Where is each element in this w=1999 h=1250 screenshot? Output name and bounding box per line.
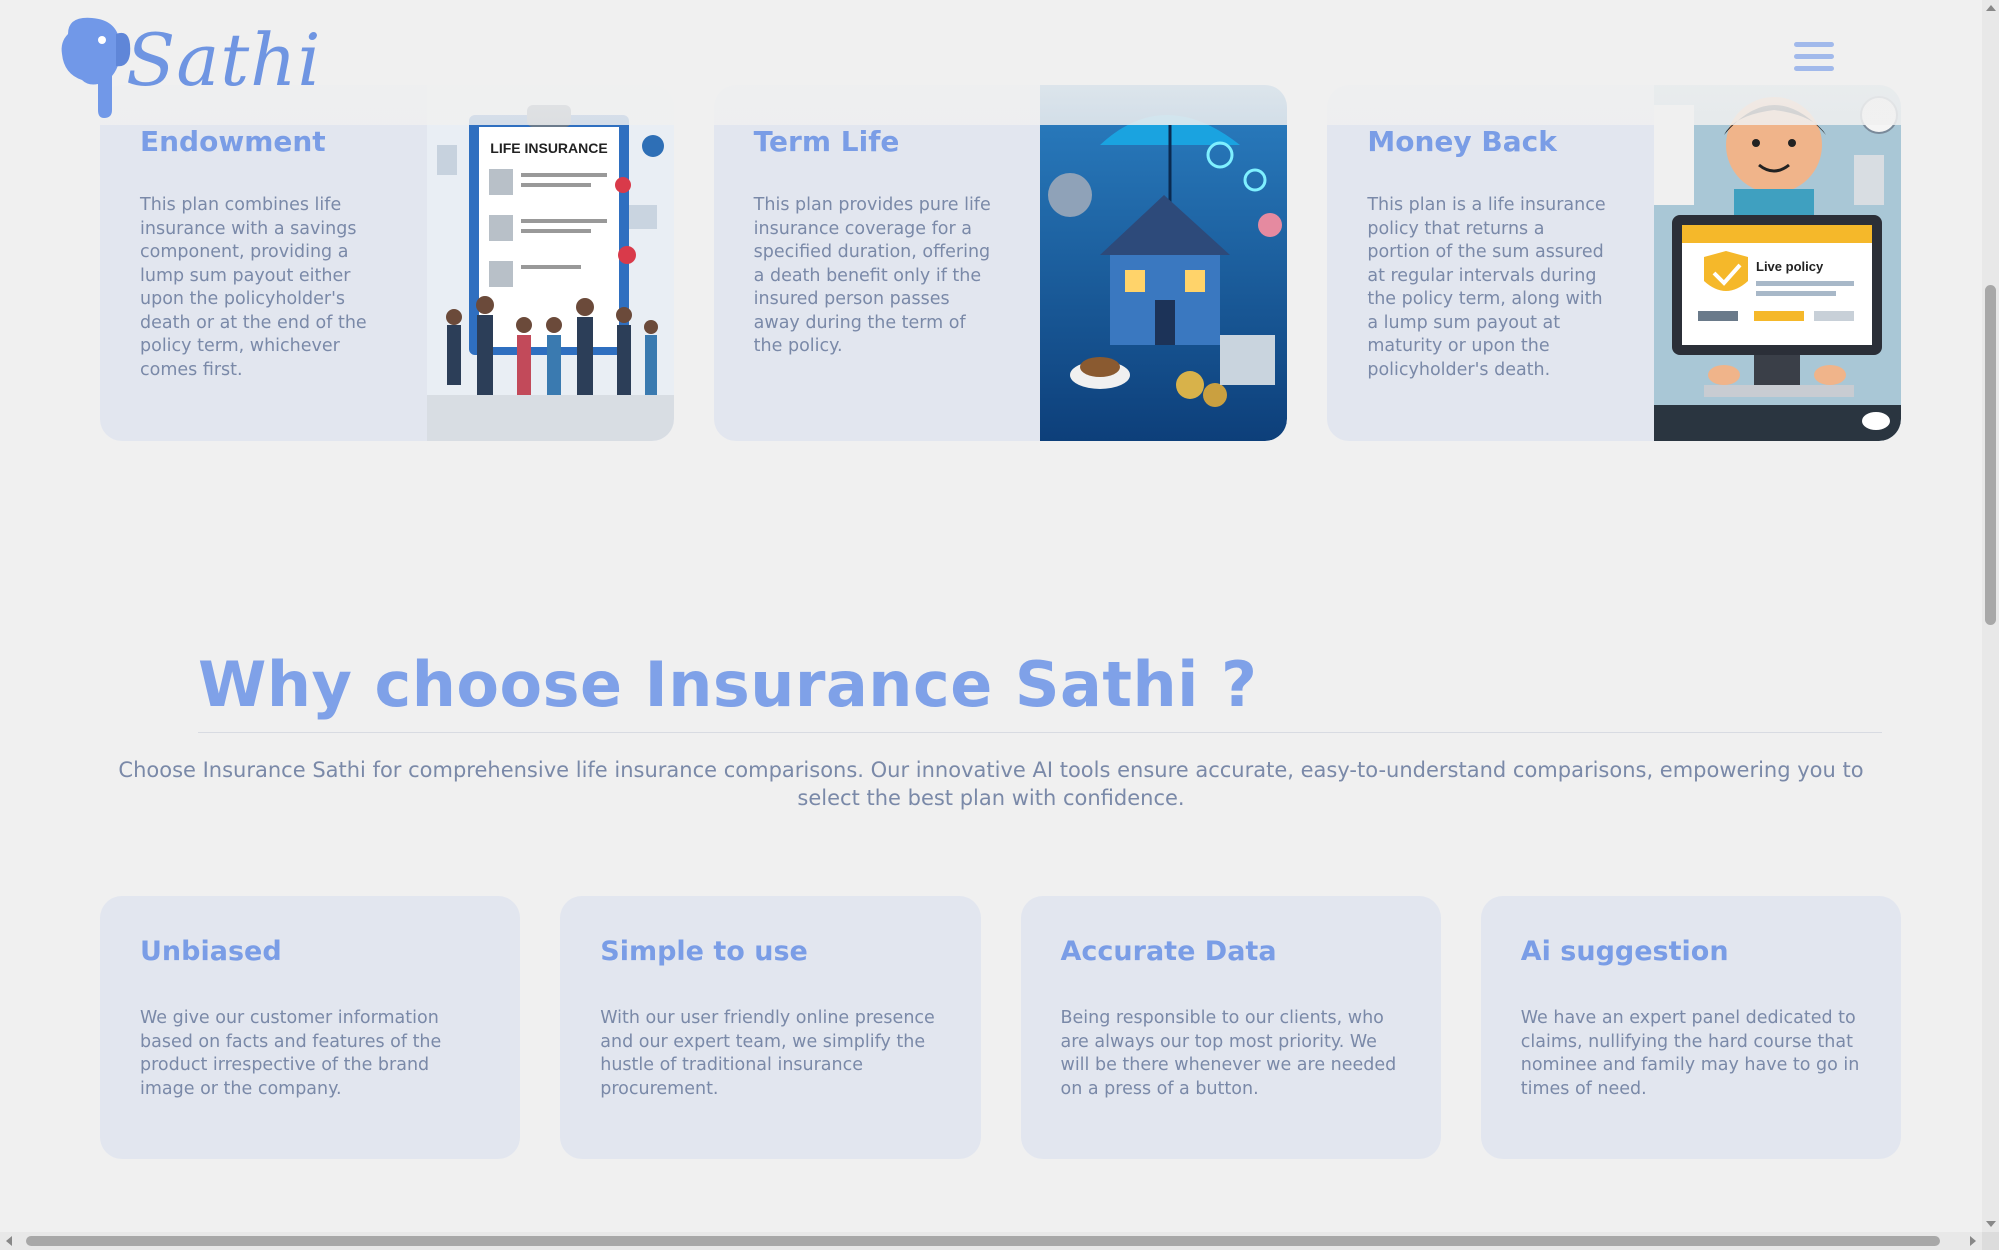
feature-description: With our user friendly online presence a… <box>600 1008 935 1099</box>
why-section-description: Choose Insurance Sathi for comprehensive… <box>118 758 1864 810</box>
plan-card-term-life[interactable]: Term Life This plan provides pure life i… <box>713 85 1288 441</box>
plan-title: Term Life <box>753 125 900 158</box>
live-policy-image-text: Live policy <box>1756 259 1824 274</box>
plan-card-endowment[interactable]: Endowment This plan combines life insura… <box>100 85 674 441</box>
plan-text: Money Back This plan is a life insurance… <box>1367 125 1612 382</box>
feature-description: We give our customer information based o… <box>140 1008 442 1099</box>
vertical-scroll-thumb[interactable] <box>1985 285 1996 625</box>
scroll-up-icon[interactable] <box>1986 5 1996 11</box>
scroll-right-icon[interactable] <box>1970 1236 1976 1246</box>
section-divider <box>198 732 1882 733</box>
plan-title: Endowment <box>140 125 326 158</box>
site-header: Sathi <box>0 0 1982 125</box>
logo-text: Sathi <box>126 18 322 102</box>
feature-card-unbiased: Unbiased We give our customer informatio… <box>100 896 521 1159</box>
plan-text: Term Life This plan provides pure life i… <box>754 125 999 359</box>
plan-title: Money Back <box>1367 125 1557 158</box>
site-logo[interactable]: Sathi <box>58 14 321 119</box>
scroll-down-icon[interactable] <box>1986 1221 1996 1227</box>
plan-description: This plan provides pure life insurance c… <box>753 195 991 356</box>
page-viewport: Endowment This plan combines life insura… <box>0 0 1982 1232</box>
feature-title: Simple to use <box>600 936 808 967</box>
feature-card-simple-to-use: Simple to use With our user friendly onl… <box>560 896 981 1159</box>
life-insurance-image-text: LIFE INSURANCE <box>490 140 607 156</box>
feature-card-accurate-data: Accurate Data Being responsible to our c… <box>1020 896 1441 1159</box>
plan-image-house-umbrella <box>1040 85 1288 441</box>
feature-description: Being responsible to our clients, who ar… <box>1060 1008 1397 1099</box>
feature-title: Ai suggestion <box>1520 936 1729 967</box>
features-grid: Unbiased We give our customer informatio… <box>100 896 1901 1159</box>
scroll-left-icon[interactable] <box>6 1236 12 1246</box>
plan-image-life-insurance: LIFE INSURANCE <box>426 85 674 441</box>
vertical-scrollbar[interactable] <box>1982 0 1999 1232</box>
why-section-title: Why choose Insurance Sathi ? <box>198 648 1258 721</box>
hamburger-menu-icon[interactable] <box>1794 42 1834 78</box>
feature-title: Unbiased <box>140 936 282 967</box>
feature-card-ai-suggestion: Ai suggestion We have an expert panel de… <box>1480 896 1901 1159</box>
plan-description: This plan is a life insurance policy tha… <box>1367 195 1606 380</box>
plans-grid: Endowment This plan combines life insura… <box>100 85 1902 441</box>
feature-title: Accurate Data <box>1060 936 1277 967</box>
horizontal-scrollbar[interactable] <box>0 1232 1982 1250</box>
plan-text: Endowment This plan combines life insura… <box>140 125 385 382</box>
feature-description: We have an expert panel dedicated to cla… <box>1520 1008 1860 1099</box>
horizontal-scroll-thumb[interactable] <box>26 1236 1940 1246</box>
plan-image-live-policy: Live policy <box>1654 85 1902 441</box>
scrollbar-corner <box>1982 1232 1999 1250</box>
plan-card-money-back[interactable]: Money Back This plan is a life insurance… <box>1327 85 1902 441</box>
plan-description: This plan combines life insurance with a… <box>140 195 367 380</box>
